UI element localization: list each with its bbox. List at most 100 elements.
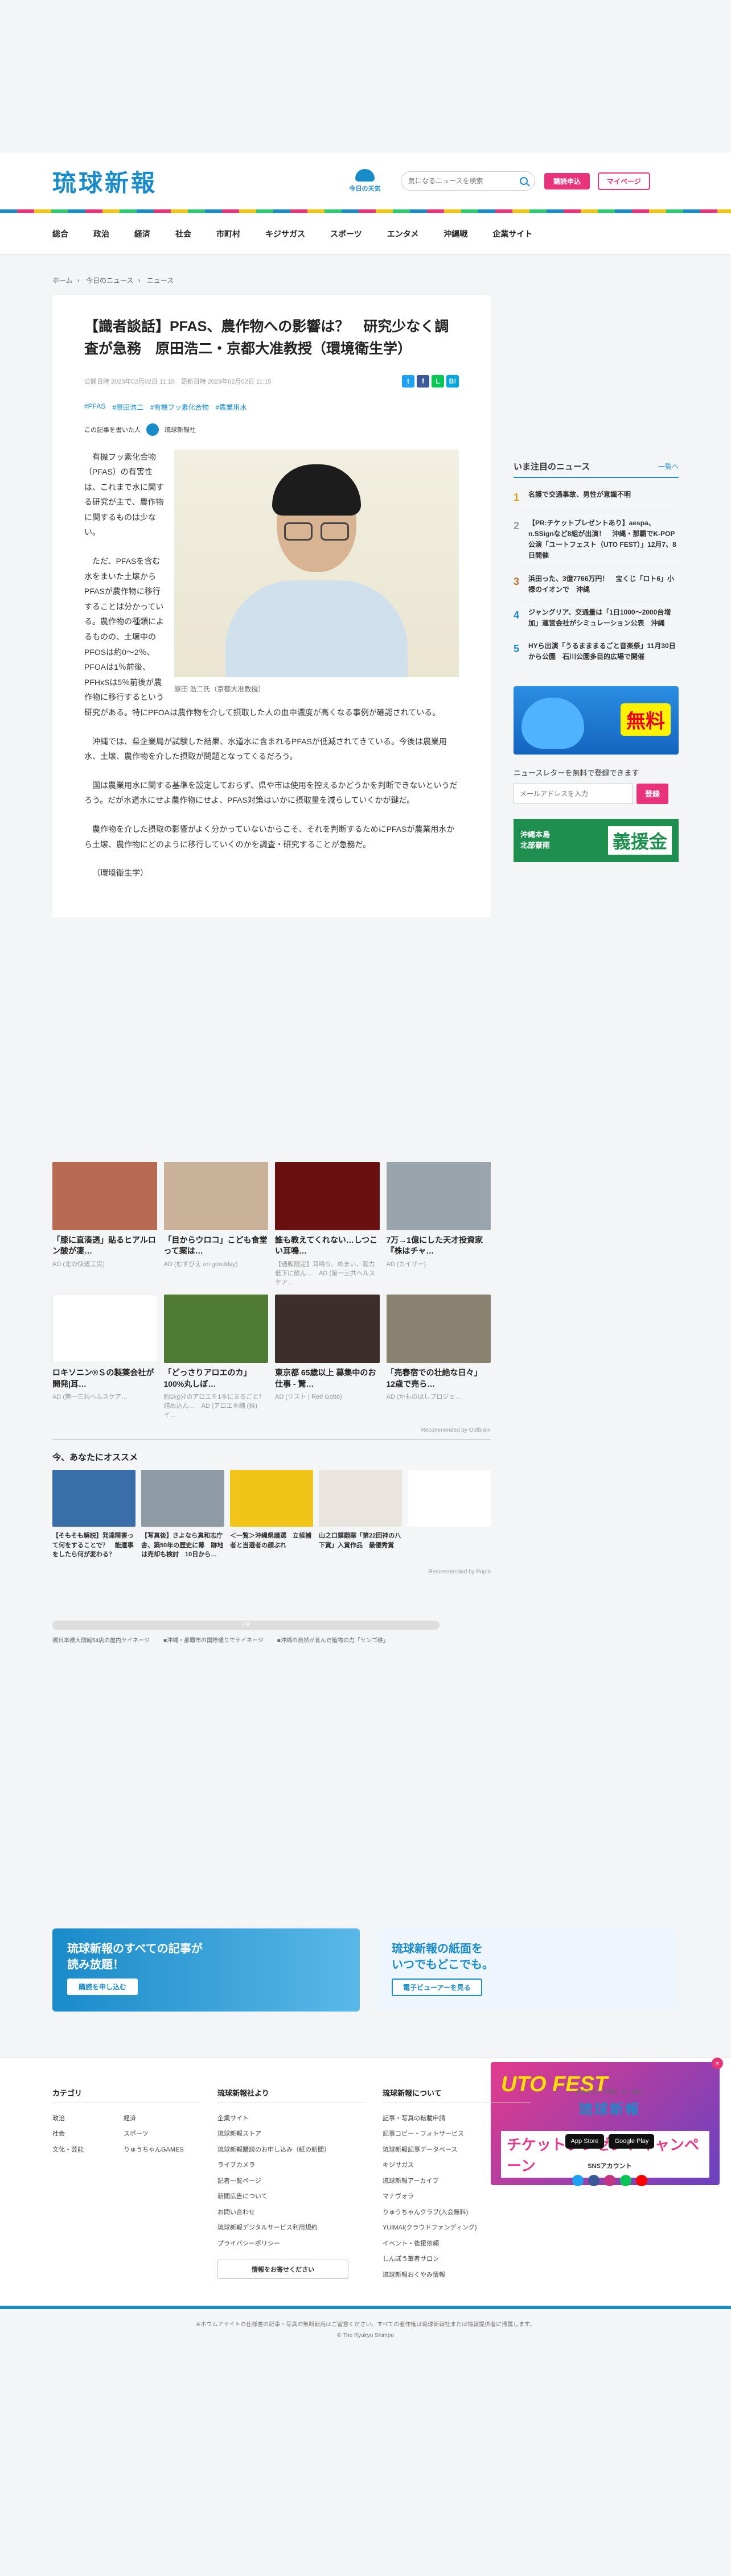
author-name[interactable]: 琉球新報社	[165, 425, 196, 434]
footer-category-link[interactable]: 社会	[52, 2130, 65, 2137]
line-icon[interactable]	[620, 2174, 631, 2186]
footer-service-item-link[interactable]: 琉球新報購読のお申し込み（紙の新聞）	[217, 2146, 330, 2153]
ranking-item[interactable]: 2 【PR:チケットプレゼントあり】aespa、n.SSignなど8組が出演！ 沖…	[514, 512, 679, 568]
recommend-title[interactable]: 「膝に直湊透」貼るヒアルロン酸が凄…	[52, 1235, 157, 1257]
recommend-thumbnail[interactable]	[386, 1161, 491, 1230]
recommend-thumbnail[interactable]	[275, 1161, 380, 1230]
footer-about-item-link[interactable]: りゅうちゃんクラブ(入会無料)	[383, 2209, 468, 2216]
side-ad-banner[interactable]: 無料	[514, 686, 679, 755]
osusume-card[interactable]: 【写真後】さよなら真和志庁舎、築50年の歴史に幕 跡地は売却も検討 10日から…	[141, 1470, 224, 1560]
nav-item[interactable]: 企業サイト	[492, 228, 545, 240]
osusume-thumbnail[interactable]	[141, 1470, 224, 1527]
osusume-thumbnail[interactable]	[52, 1470, 135, 1527]
viewer-promo-button[interactable]: 電子ビューアーを見る	[392, 1978, 482, 1996]
popin-credit[interactable]: Recommended by Popin	[52, 1569, 491, 1575]
footer-service-item-link[interactable]: 琉球新報ストア	[217, 2130, 261, 2137]
newsletter-submit-button[interactable]: 登録	[636, 783, 668, 804]
search-input[interactable]	[408, 177, 520, 185]
recommend-thumbnail[interactable]	[52, 1161, 157, 1230]
osusume-card[interactable]: 【そもそも解説】発達障害って何をすることで？ 能遺事をしたら何が変わる？	[52, 1470, 135, 1560]
footer-about-item-link[interactable]: 記事コピー・フォトサービス	[383, 2130, 464, 2137]
ranking-headline[interactable]: 浜田った、3億7766万円！ 宝くじ「ロト6」小禄のイオンで 沖縄	[528, 574, 679, 595]
recommend-thumbnail[interactable]	[275, 1294, 380, 1363]
footer-about-item-link[interactable]: しんぽう筆者サロン	[383, 2256, 439, 2262]
recommend-thumbnail[interactable]	[386, 1294, 491, 1363]
donation-banner[interactable]: 沖縄本島 北部豪雨 義援金	[514, 818, 679, 862]
recommend-card[interactable]: 「売春宿での壮絶な日々」12歳で売ら… AD (かものはしプロジェ…	[386, 1294, 491, 1419]
twitter-share-icon[interactable]: t	[402, 374, 414, 388]
site-logo[interactable]: 琉球新報	[52, 164, 157, 199]
recommend-title[interactable]: 誰も教えてくれない…しつこい耳鳴…	[275, 1235, 380, 1257]
subscribe-promo-button[interactable]: 購読を申し込む	[67, 1978, 138, 1995]
article-tag[interactable]: #有機フッ素化合物	[150, 402, 209, 412]
osusume-card[interactable]: ＜一覧＞沖縄県議選 立候補者と当選者の顔ぶれ	[230, 1470, 313, 1560]
line-share-icon[interactable]: L	[432, 374, 444, 388]
footer-category-link[interactable]: スポーツ	[124, 2130, 149, 2137]
ranking-item[interactable]: 3 浜田った、3億7766万円！ 宝くじ「ロト6」小禄のイオンで 沖縄	[514, 568, 679, 601]
osusume-title[interactable]: 【写真後】さよなら真和志庁舎、築50年の歴史に幕 跡地は売却も検討 10日から…	[141, 1531, 224, 1560]
footer-service-item-link[interactable]: プライバシーポリシー	[217, 2240, 280, 2247]
osusume-title[interactable]: 山之口貘翻案「第22回神の八下賞」入賞作品 最優秀賞	[319, 1531, 402, 1550]
external-link[interactable]: 親日本親大頭館54店の屋内サイネージ	[52, 1635, 150, 1644]
youtube-icon[interactable]	[636, 2174, 647, 2186]
recommend-card[interactable]: 「目からウロコ」こども食堂って案は… AD (むすびえ on goodday)	[163, 1161, 269, 1287]
footer-service-item-link[interactable]: 新聞広告について	[217, 2193, 268, 2200]
instagram-icon[interactable]	[604, 2174, 615, 2186]
nav-item[interactable]: キジサガス	[265, 228, 318, 240]
footer-about-item-link[interactable]: キジサガス	[383, 2162, 414, 2169]
recommend-card[interactable]: 「膝に直湊透」貼るヒアルロン酸が凄… AD (北の快適工房)	[52, 1161, 157, 1287]
footer-category-link[interactable]: りゅうちゃんGAMES	[124, 2146, 184, 2153]
subscribe-button[interactable]: 購読申込	[544, 172, 590, 189]
footer-about-item-link[interactable]: 琉球新報記事データベース	[383, 2146, 457, 2153]
osusume-thumbnail[interactable]	[230, 1470, 313, 1527]
outbrain-credit[interactable]: Recommended by Outbrain	[52, 1427, 491, 1440]
recommend-card[interactable]: 東京都 65歳以上 募集中のお仕事 - 驚… AD (リスト | Red Gobo…	[275, 1294, 380, 1419]
external-link[interactable]: ■沖縄の自然が育んだ植物の力「サンゴ礁」	[277, 1635, 389, 1644]
footer-about-item-link[interactable]: イベント・後援依頼	[383, 2240, 439, 2247]
external-link[interactable]: ■沖縄・那覇市の国際通りでサイネージ	[163, 1635, 264, 1644]
nav-item[interactable]: 経済	[134, 228, 163, 240]
mypage-button[interactable]: マイページ	[598, 172, 650, 190]
recommend-title[interactable]: ロキソニン®Ｓの製薬会社が開発|耳…	[52, 1367, 157, 1390]
nav-item[interactable]: 総合	[52, 228, 81, 240]
footer-service-item-link[interactable]: 記者一覧ページ	[217, 2178, 261, 2185]
recommend-card[interactable]: 7万→1億にした天才投資家『株はチャ… AD (カイザー)	[386, 1161, 491, 1287]
info-submit-button[interactable]: 情報をお寄せください	[217, 2260, 348, 2280]
recommend-thumbnail[interactable]	[163, 1161, 268, 1230]
facebook-share-icon[interactable]: f	[417, 374, 429, 388]
google-play-button[interactable]: Google Play	[609, 2133, 655, 2149]
app-store-button[interactable]: App Store	[565, 2133, 605, 2149]
nav-item[interactable]: 沖縄戦	[443, 228, 480, 240]
article-tag[interactable]: #原田浩二	[112, 402, 143, 412]
osusume-thumbnail[interactable]	[408, 1470, 491, 1527]
article-photo[interactable]	[174, 449, 459, 677]
facebook-icon[interactable]	[588, 2174, 599, 2186]
hatena-share-icon[interactable]: B!	[446, 374, 459, 388]
ranking-more-link[interactable]: 一覧へ	[658, 461, 679, 471]
recommend-card[interactable]: 「どっさりアロエのカ」100%丸しぼ… 約2kg分のアロエを1本にまるごと！詰め込…	[163, 1294, 268, 1419]
nav-item[interactable]: 社会	[175, 228, 204, 240]
footer-service-item-link[interactable]: 琉球新報デジタルサービス利用規約	[217, 2224, 318, 2231]
footer-category-link[interactable]: 文化・芸能	[52, 2146, 84, 2153]
footer-about-item-link[interactable]: 記事・写真の転載申請	[383, 2115, 445, 2122]
recommend-title[interactable]: 7万→1億にした天才投資家『株はチャ…	[387, 1235, 491, 1257]
close-icon[interactable]: ×	[712, 2058, 723, 2069]
viewer-promo[interactable]: 琉球新報の紙面を いつでもどこでも。 電子ビューアーを見る	[377, 1928, 679, 2012]
footer-category-link[interactable]: 政治	[52, 2115, 65, 2122]
nav-item[interactable]: スポーツ	[330, 228, 375, 240]
footer-about-item-link[interactable]: 琉球新報アーカイブ	[383, 2178, 438, 2185]
recommend-title[interactable]: 東京都 65歳以上 募集中のお仕事 - 驚…	[275, 1367, 380, 1390]
osusume-title[interactable]: ＜一覧＞沖縄県議選 立候補者と当選者の顔ぶれ	[230, 1531, 313, 1550]
ranking-headline[interactable]: 名護で交通事故、男性が意識不明	[528, 489, 631, 506]
ranking-headline[interactable]: HYら出演「うるまままるごと音楽祭」11月30日から公園 石川公園多目的広場で開…	[528, 641, 679, 662]
twitter-icon[interactable]	[572, 2174, 584, 2186]
article-tag[interactable]: #PFAS	[84, 402, 105, 412]
osusume-title[interactable]: 【そもそも解説】発達障害って何をすることで？ 能遺事をしたら何が変わる？	[52, 1531, 135, 1560]
footer-service-item-link[interactable]: お問い合わせ	[217, 2209, 255, 2216]
nav-item[interactable]: エンタメ	[387, 228, 432, 240]
footer-category-link[interactable]: 経済	[124, 2115, 136, 2122]
footer-service-item-link[interactable]: ライブカメラ	[217, 2162, 255, 2169]
breadcrumb-today[interactable]: 今日のニュース	[86, 277, 133, 285]
ranking-item[interactable]: 5 HYら出演「うるまままるごと音楽祭」11月30日から公園 石川公園多目的広場で…	[514, 635, 679, 669]
recommend-title[interactable]: 「目からウロコ」こども食堂って案は…	[164, 1235, 269, 1257]
